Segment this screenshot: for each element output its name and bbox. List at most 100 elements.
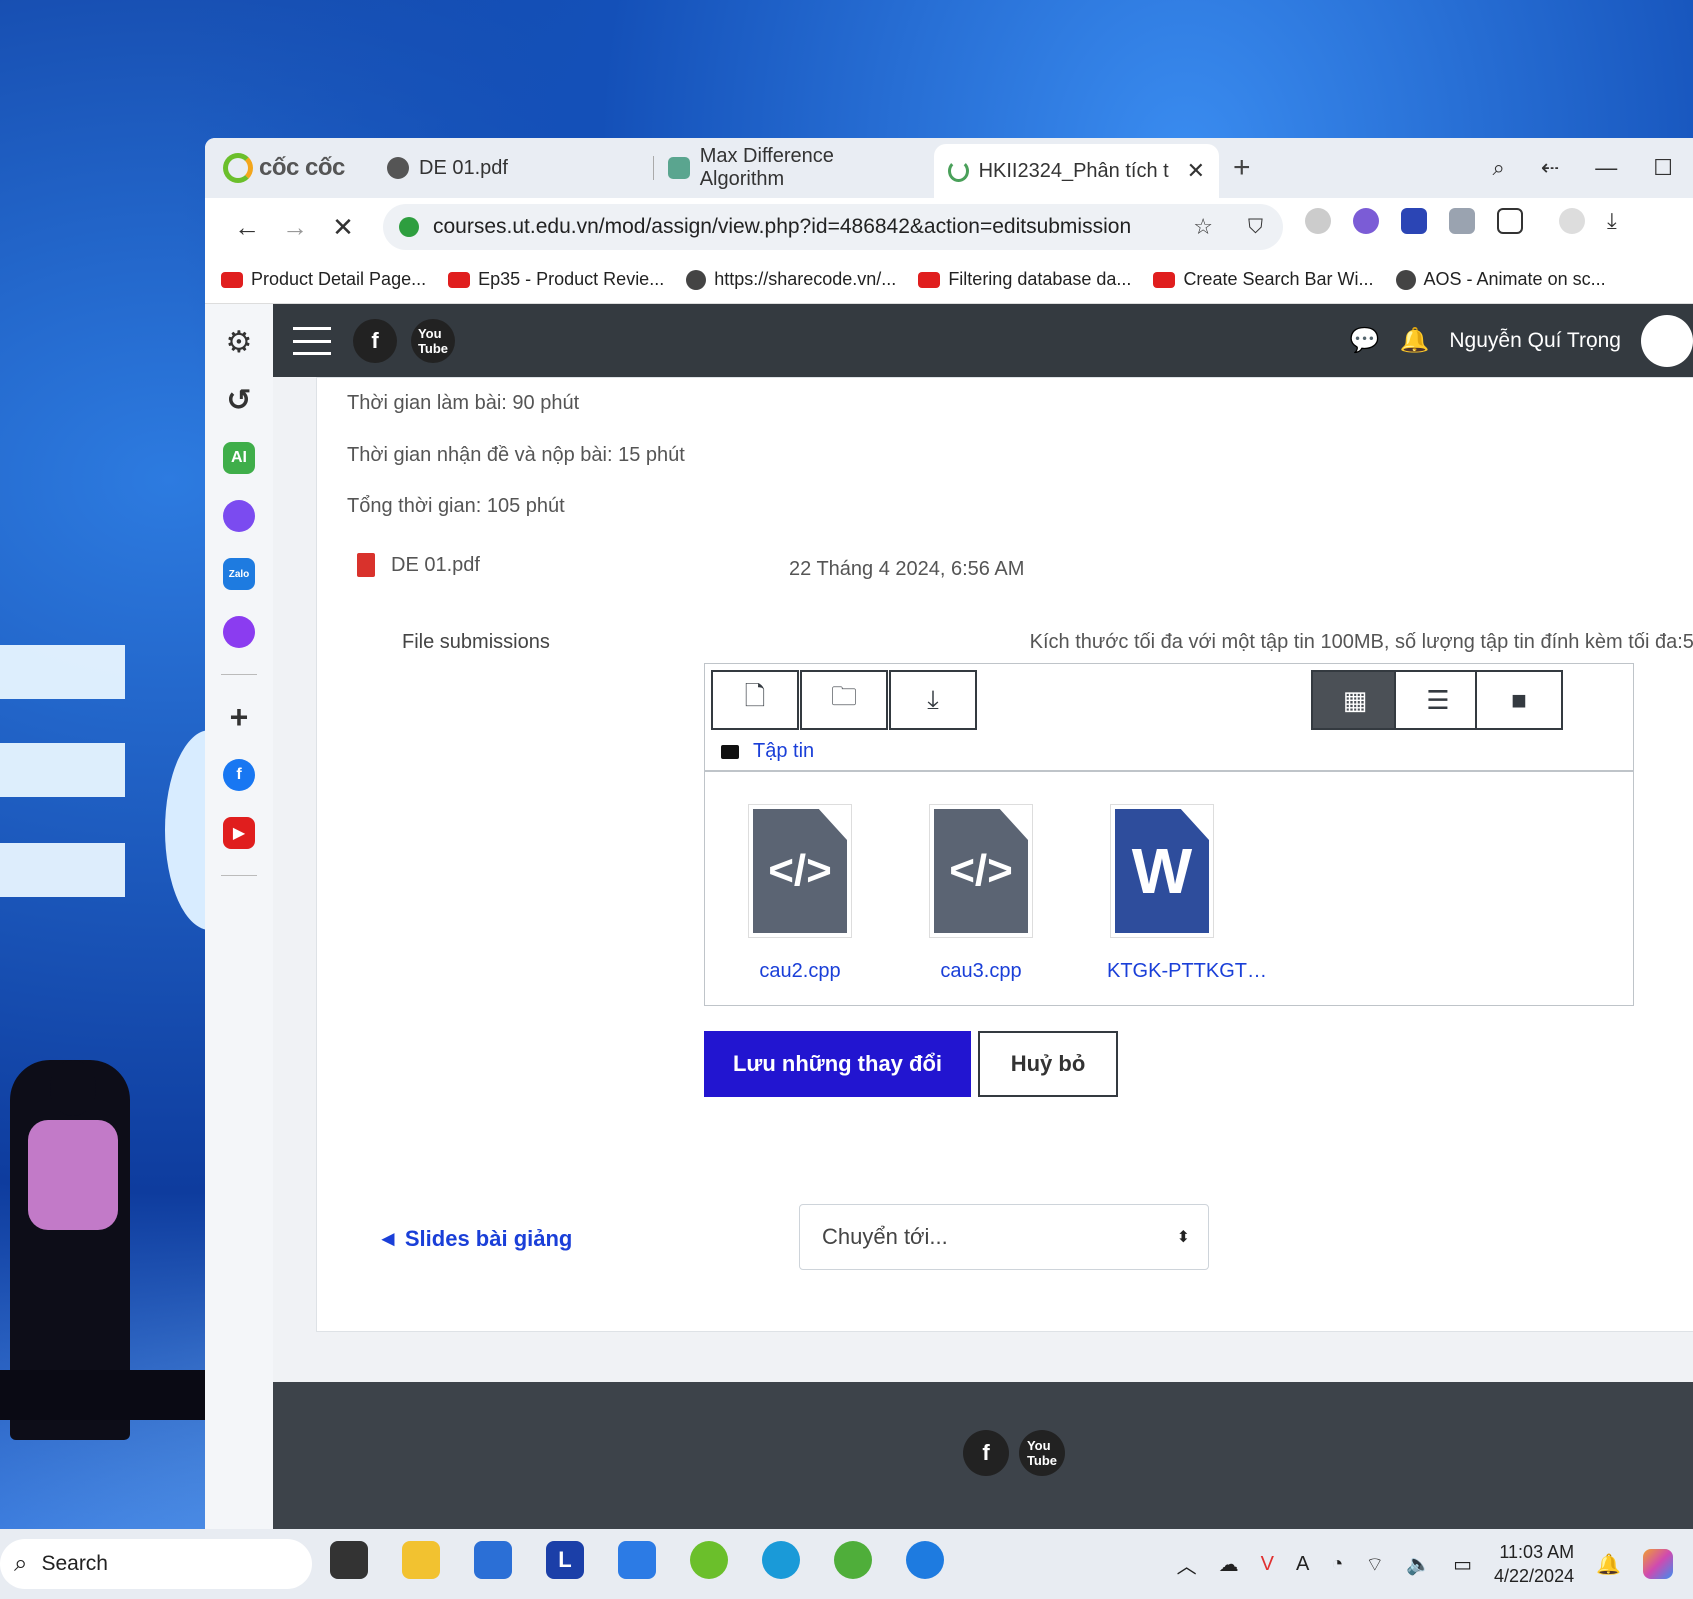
- q-app-icon[interactable]: [223, 616, 255, 648]
- taskbar-clock[interactable]: 11:03 AM 4/22/2024: [1494, 1540, 1574, 1588]
- search-tabs-icon[interactable]: ⌕: [1493, 155, 1505, 181]
- tab-title: HKII2324_Phân tích thiế: [978, 159, 1169, 182]
- add-file-button[interactable]: 🗋: [711, 670, 799, 730]
- select-arrows-icon: ⬍: [1176, 1229, 1190, 1246]
- stop-button[interactable]: ✕: [319, 212, 367, 243]
- coccoc-logo[interactable]: cốc cốc: [223, 153, 373, 183]
- create-folder-button[interactable]: 🗀: [800, 670, 888, 730]
- ai-assistant-icon[interactable]: AI: [223, 442, 255, 474]
- tab-max-difference[interactable]: Max Difference Algorithm: [654, 145, 934, 190]
- folder-tree-icon: ■: [1511, 684, 1527, 715]
- breadcrumb-files-link[interactable]: Tập tin: [753, 740, 814, 763]
- taskbar-search[interactable]: ⌕ Search: [0, 1539, 312, 1589]
- jump-to-select[interactable]: Chuyển tới... ⬍: [799, 1204, 1209, 1270]
- bookmark-item[interactable]: Product Detail Page...: [221, 269, 426, 290]
- extension-compass-icon[interactable]: [1305, 208, 1331, 234]
- browser-window: cốc cốc DE 01.pdf Max Difference Algorit…: [205, 138, 1693, 1529]
- minimize-button[interactable]: —: [1595, 155, 1617, 181]
- l-app-icon[interactable]: L: [546, 1541, 584, 1579]
- history-icon[interactable]: ↺: [223, 384, 255, 417]
- back-button[interactable]: ←: [223, 212, 271, 243]
- zalo-icon[interactable]: Zalo: [223, 558, 255, 590]
- facebook-icon[interactable]: f: [223, 759, 255, 791]
- extension-profile-icon[interactable]: [1449, 208, 1475, 234]
- shield-icon[interactable]: ⛉: [1248, 216, 1263, 239]
- menu-hamburger-icon[interactable]: [293, 326, 331, 355]
- clock-app-icon[interactable]: ◔: [1331, 1553, 1343, 1576]
- maximize-button[interactable]: ☐: [1653, 155, 1673, 181]
- volume-icon[interactable]: 🔈: [1406, 1552, 1431, 1577]
- loading-spinner-icon: [948, 160, 969, 182]
- zalo-taskbar-icon[interactable]: [906, 1541, 944, 1579]
- tab-de01[interactable]: DE 01.pdf: [373, 146, 653, 190]
- notifications-bell-icon[interactable]: 🔔: [1400, 326, 1430, 355]
- user-avatar[interactable]: [1641, 314, 1693, 367]
- tab-back-icon[interactable]: ⇠: [1541, 155, 1559, 181]
- file-name[interactable]: cau2.cpp: [745, 960, 855, 983]
- coccoc-active-icon[interactable]: [834, 1541, 872, 1579]
- save-changes-button[interactable]: Lưu những thay đổi: [704, 1031, 971, 1097]
- view-details-button[interactable]: ☰: [1394, 670, 1482, 730]
- bookmark-item[interactable]: AOS - Animate on sc...: [1395, 269, 1606, 290]
- attachment-link[interactable]: DE 01.pdf: [391, 554, 480, 577]
- file-item[interactable]: </> cau2.cpp: [745, 804, 855, 983]
- youtube-icon[interactable]: You Tube: [411, 318, 455, 363]
- address-bar[interactable]: courses.ut.edu.vn/mod/assign/view.php?id…: [383, 204, 1283, 250]
- tray-chevron-icon[interactable]: ︿: [1177, 1550, 1197, 1579]
- bookmark-item[interactable]: Filtering database da...: [918, 269, 1131, 290]
- url-text[interactable]: courses.ut.edu.vn/mod/assign/view.php?id…: [433, 215, 1131, 239]
- coccoc-taskbar-icon[interactable]: [690, 1541, 728, 1579]
- search-icon: ⌕: [14, 1550, 28, 1577]
- youtube-icon[interactable]: ▶: [223, 817, 255, 849]
- close-tab-icon[interactable]: ✕: [1187, 158, 1205, 184]
- notification-bell-icon[interactable]: 🔔: [1596, 1552, 1621, 1577]
- settings-gear-icon[interactable]: ⚙: [223, 326, 255, 359]
- store-icon[interactable]: [474, 1541, 512, 1579]
- vivaldi-icon[interactable]: V: [1261, 1553, 1274, 1576]
- footer-youtube-icon[interactable]: You Tube: [1019, 1430, 1065, 1476]
- user-name[interactable]: Nguyễn Quí Trọng: [1449, 329, 1621, 353]
- bookmark-star-icon[interactable]: ☆: [1193, 214, 1213, 240]
- forward-button[interactable]: →: [271, 212, 319, 243]
- add-sidebar-item-icon[interactable]: +: [223, 699, 255, 735]
- bookmark-item[interactable]: Ep35 - Product Revie...: [448, 269, 664, 290]
- file-name[interactable]: KTGK-PTTKGT…: [1107, 960, 1267, 983]
- site-topbar: f You Tube 💬 🔔 Nguyễn Quí Trọng: [273, 304, 1693, 377]
- extensions-puzzle-icon[interactable]: [1497, 208, 1523, 234]
- footer-facebook-icon[interactable]: f: [963, 1430, 1009, 1476]
- edge-icon[interactable]: [762, 1541, 800, 1579]
- youtube-icon: [448, 271, 471, 288]
- battery-icon[interactable]: ▭: [1453, 1552, 1472, 1577]
- cancel-button[interactable]: Huỷ bỏ: [978, 1031, 1118, 1097]
- file-item[interactable]: </> cau3.cpp: [926, 804, 1036, 983]
- file-explorer-icon[interactable]: [402, 1541, 440, 1579]
- task-view-icon[interactable]: [330, 1541, 368, 1579]
- input-language[interactable]: A: [1296, 1553, 1309, 1576]
- bookmarks-bar: Product Detail Page... Ep35 - Product Re…: [205, 256, 1693, 304]
- file-submissions-label: File submissions: [402, 631, 550, 653]
- view-tree-button[interactable]: ■: [1475, 670, 1563, 730]
- copilot-icon[interactable]: [1643, 1549, 1673, 1579]
- file-item[interactable]: W KTGK-PTTKGT…: [1107, 804, 1267, 983]
- previous-activity-link[interactable]: ◄ Slides bài giảng: [377, 1226, 572, 1252]
- new-tab-button[interactable]: +: [1233, 151, 1251, 185]
- bookmark-item[interactable]: https://sharecode.vn/...: [686, 269, 896, 290]
- tab-hkii2324[interactable]: HKII2324_Phân tích thiế ✕: [934, 144, 1219, 198]
- bookmark-item[interactable]: Create Search Bar Wi...: [1153, 269, 1374, 290]
- onedrive-icon[interactable]: ☁: [1219, 1552, 1239, 1577]
- messenger-icon[interactable]: [223, 500, 255, 532]
- wifi-icon[interactable]: ⌔: [1365, 1552, 1384, 1577]
- view-icons-button[interactable]: ▦: [1311, 670, 1399, 730]
- profile-avatar-icon[interactable]: [1559, 208, 1585, 234]
- facebook-icon[interactable]: f: [353, 318, 397, 363]
- extension-d-icon[interactable]: [1401, 208, 1427, 234]
- youtube-icon: [221, 271, 243, 288]
- download-all-button[interactable]: ⤓: [889, 670, 977, 730]
- file-name[interactable]: cau3.cpp: [926, 960, 1036, 983]
- extension-bot-icon[interactable]: [1353, 208, 1379, 234]
- edit-app-icon[interactable]: [618, 1541, 656, 1579]
- lock-icon[interactable]: [399, 217, 419, 237]
- download-icon[interactable]: ⤓: [1607, 208, 1617, 234]
- messages-icon[interactable]: 💬: [1350, 326, 1380, 355]
- moodle-page: f You Tube 💬 🔔 Nguyễn Quí Trọng Thời gian…: [273, 304, 1693, 1529]
